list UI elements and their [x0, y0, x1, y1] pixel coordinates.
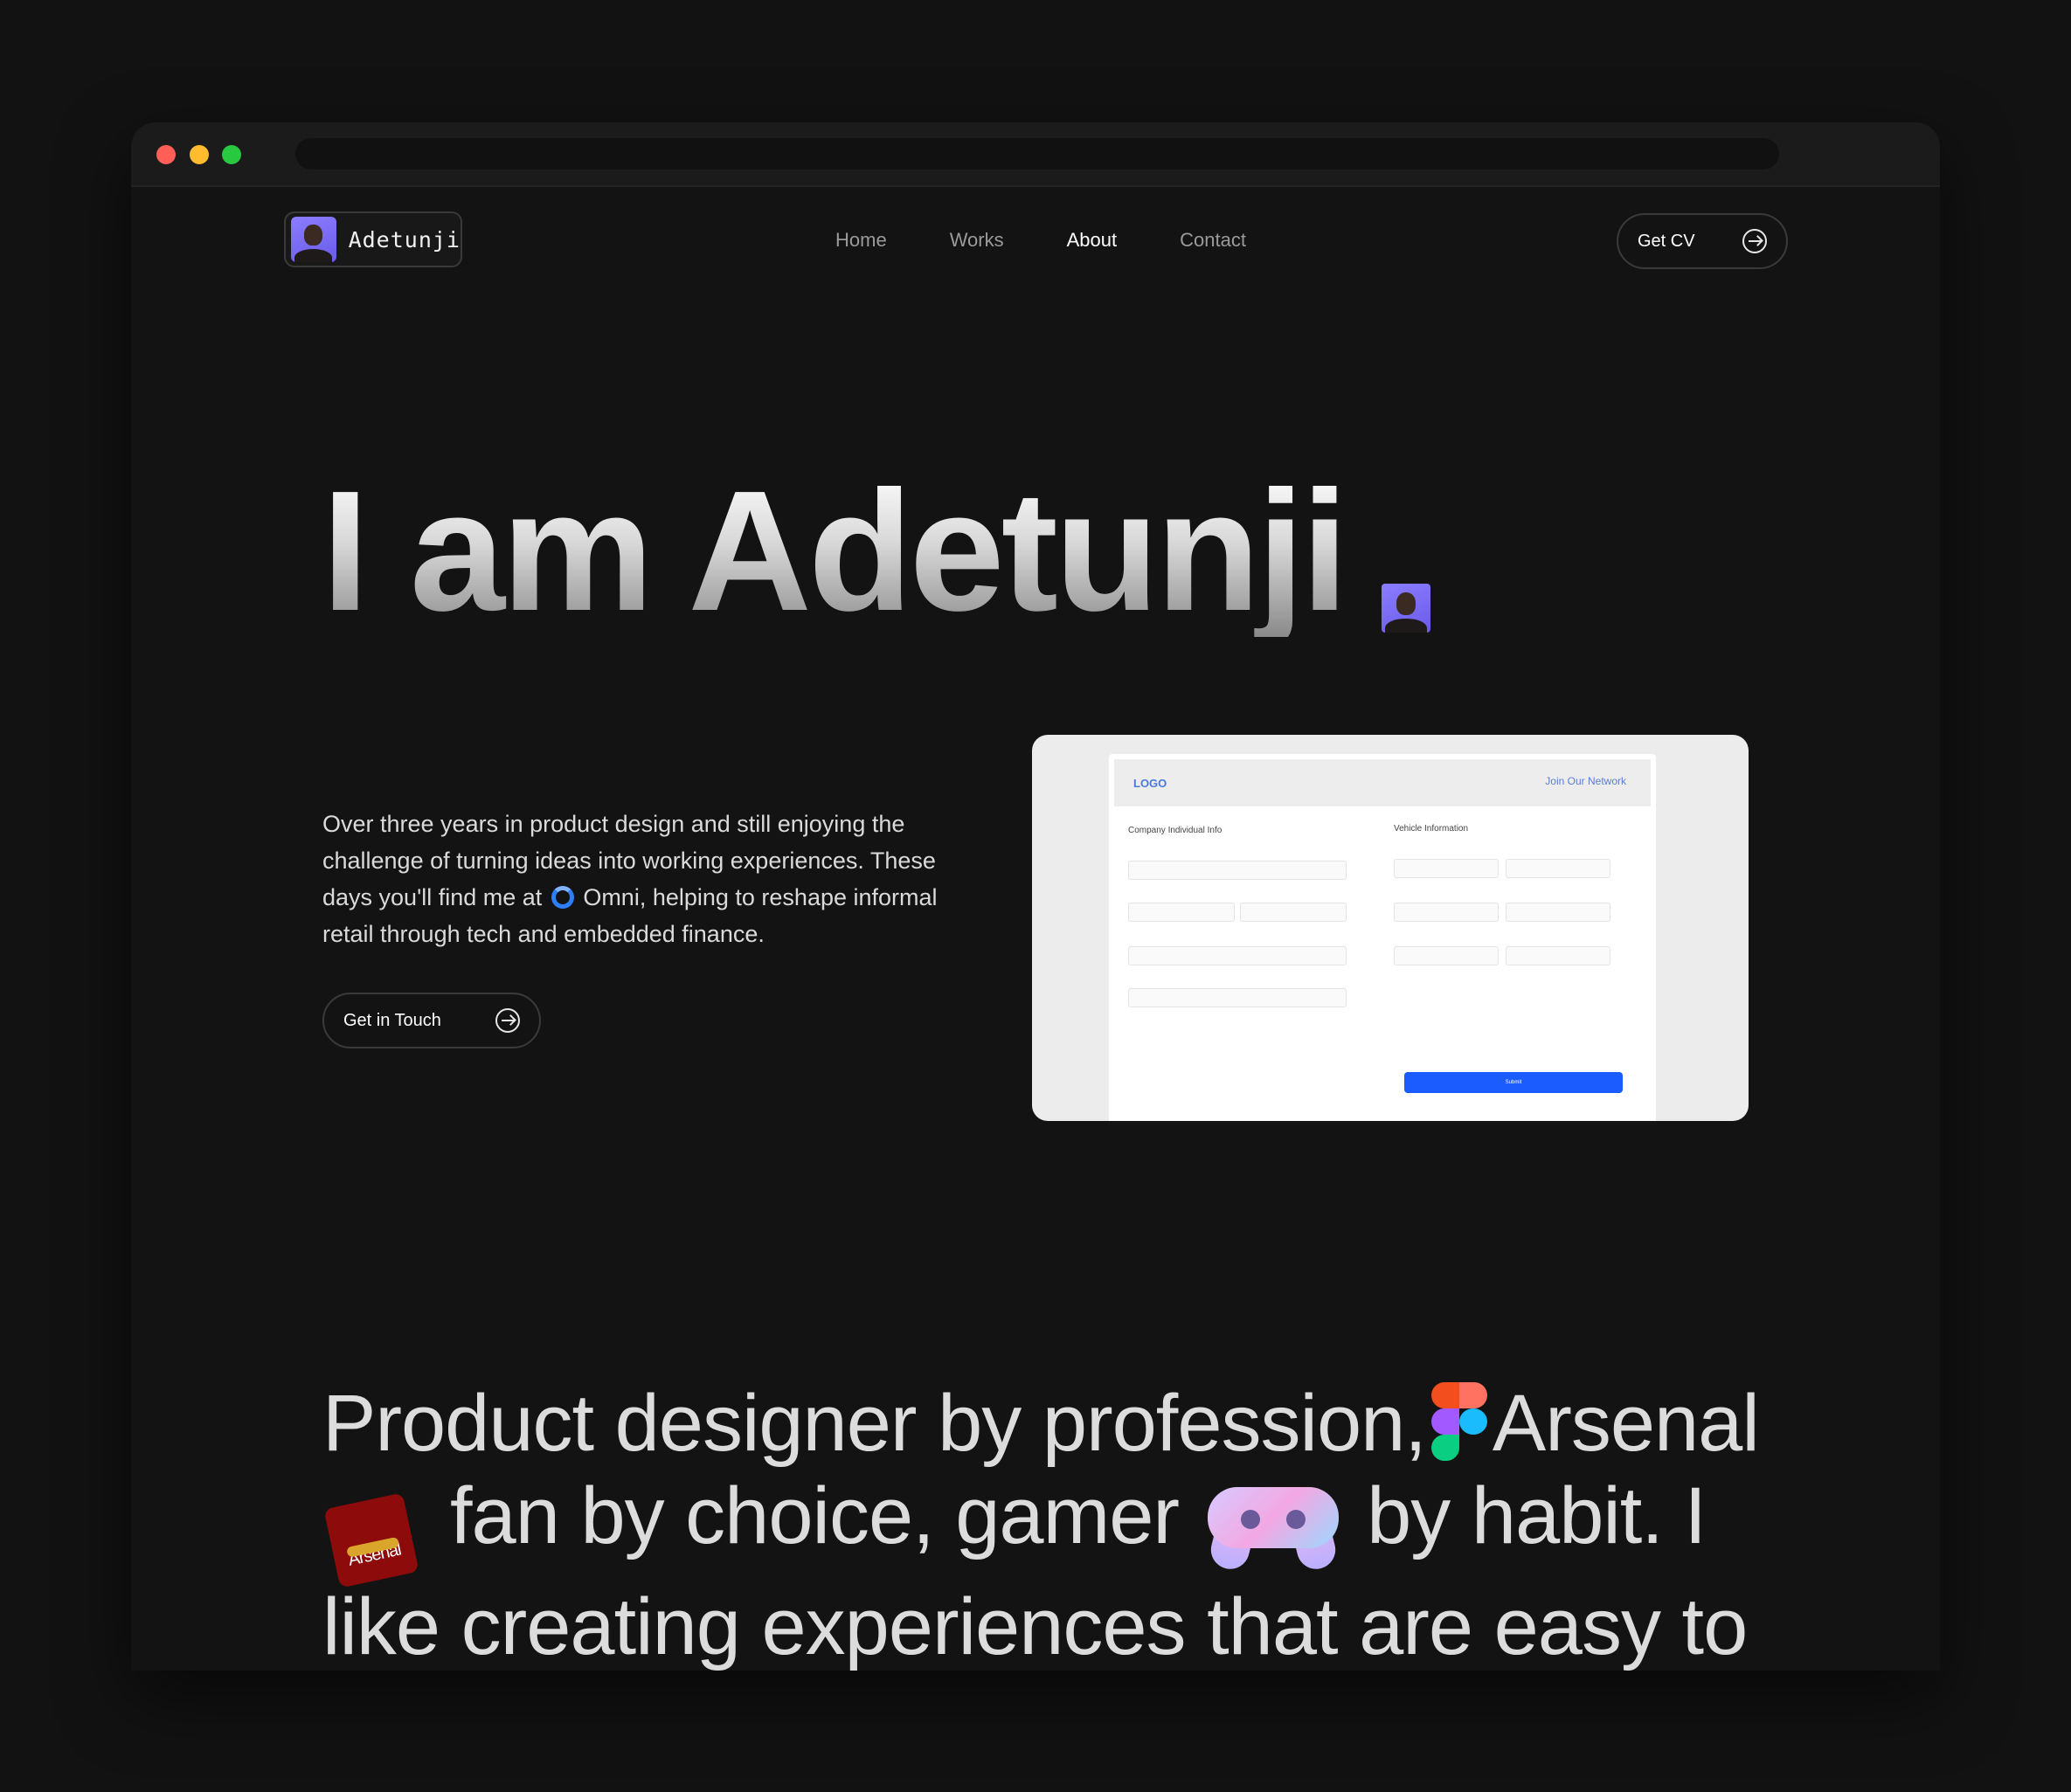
preview-field: [1394, 859, 1499, 878]
arrow-right-circle-icon: [1742, 229, 1767, 253]
preview-field: [1506, 859, 1610, 878]
omni-logo-icon: [551, 886, 574, 909]
preview-field: [1506, 903, 1610, 922]
brand-name: Adetunji: [348, 226, 461, 253]
arsenal-badge-icon: Arsenal: [323, 1492, 419, 1588]
figma-logo-icon: [1430, 1382, 1487, 1463]
preview-field: [1128, 988, 1347, 1007]
preview-logo: LOGO: [1133, 777, 1167, 790]
minimize-window-button[interactable]: [190, 145, 209, 164]
preview-join-heading: Join Our Network: [1545, 775, 1626, 787]
preview-form-screenshot: LOGO Join Our Network Company Individual…: [1109, 754, 1656, 1121]
preview-field: [1506, 946, 1610, 965]
statement-text-2: Arsenal: [1492, 1379, 1760, 1468]
preview-field: [1128, 861, 1347, 880]
get-in-touch-button[interactable]: Get in Touch: [322, 993, 541, 1048]
nav-contact[interactable]: Contact: [1180, 229, 1246, 252]
get-in-touch-label: Get in Touch: [343, 1010, 441, 1030]
close-window-button[interactable]: [156, 145, 176, 164]
statement-text-1: Product designer by profession,: [322, 1379, 1427, 1468]
preview-submit-button: Submit: [1404, 1072, 1623, 1093]
brand-logo-button[interactable]: Adetunji: [284, 211, 462, 267]
nav-about[interactable]: About: [1067, 229, 1118, 252]
about-statement: Product designer by profession, Arsenal A…: [322, 1377, 1808, 1671]
preview-form-header: LOGO Join Our Network: [1114, 759, 1651, 806]
preview-field: [1394, 946, 1499, 965]
main-nav: Home Works About Contact: [835, 229, 1246, 252]
maximize-window-button[interactable]: [222, 145, 241, 164]
title-bar: [131, 122, 1940, 187]
preview-field: [1240, 903, 1347, 922]
arrow-right-circle-icon: [495, 1008, 520, 1033]
intro-paragraph: Over three years in product design and s…: [322, 806, 952, 952]
gamepad-icon: [1206, 1475, 1340, 1574]
get-cv-button[interactable]: Get CV: [1617, 213, 1788, 269]
preview-section-right: Vehicle Information: [1394, 824, 1469, 834]
preview-field: [1128, 946, 1347, 965]
preview-field: [1394, 903, 1499, 922]
browser-window: Adetunji Home Works About Contact Get CV…: [131, 122, 1940, 1671]
hero-title: I am Adetunji: [322, 455, 1348, 647]
get-cv-label: Get CV: [1638, 231, 1695, 251]
project-preview-card[interactable]: LOGO Join Our Network Company Individual…: [1032, 735, 1749, 1121]
avatar: [291, 217, 336, 262]
statement-text-3: fan by choice, gamer: [450, 1471, 1180, 1560]
nav-works[interactable]: Works: [950, 229, 1004, 252]
nav-home[interactable]: Home: [835, 229, 887, 252]
hero-avatar: [1382, 584, 1430, 633]
address-bar[interactable]: [295, 138, 1779, 170]
preview-section-left: Company Individual Info: [1128, 826, 1223, 835]
preview-field: [1128, 903, 1235, 922]
